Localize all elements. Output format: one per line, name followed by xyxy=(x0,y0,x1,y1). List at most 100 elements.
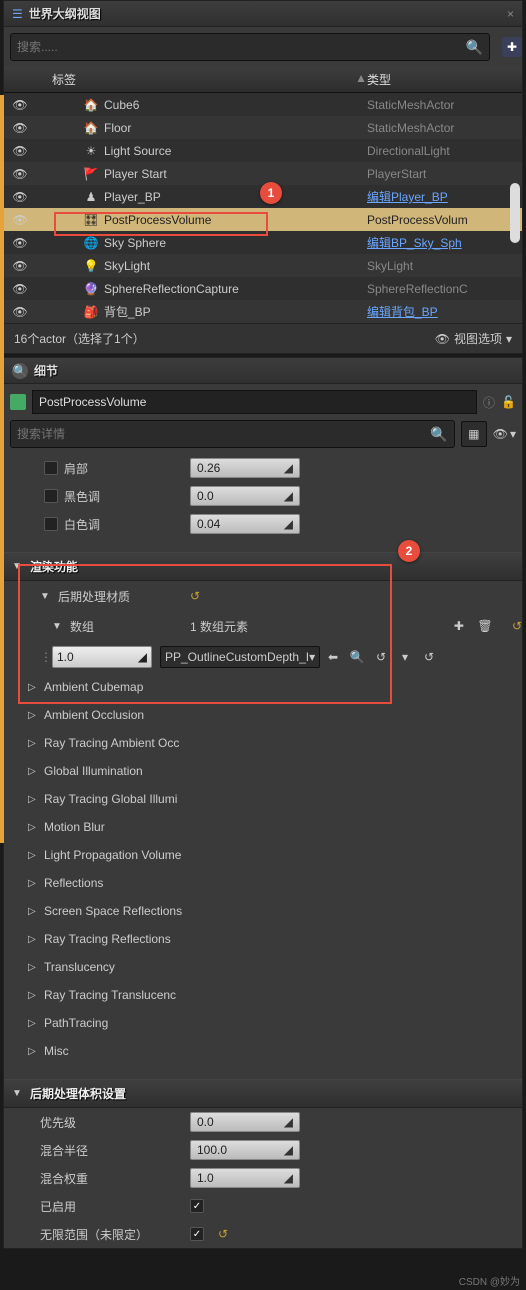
expand-icon[interactable] xyxy=(28,794,40,805)
black-input[interactable]: 0.0◢ xyxy=(190,486,300,506)
outliner-row[interactable]: 👁 ☀ Light Source DirectionalLight xyxy=(4,139,522,162)
expand-icon[interactable] xyxy=(28,738,40,749)
enabled-checkbox[interactable] xyxy=(190,1199,204,1213)
priority-input[interactable]: 0.0◢ xyxy=(190,1112,300,1132)
outliner-row[interactable]: 👁 🌐 Sky Sphere 编辑BP_Sky_Sph xyxy=(4,231,522,254)
visibility-dropdown[interactable]: 👁 ▾ xyxy=(493,427,516,441)
search-icon[interactable]: 🔍 xyxy=(466,39,483,56)
actor-type-icon: 💡 xyxy=(82,257,100,275)
expand-icon[interactable] xyxy=(28,766,40,777)
visibility-eye-icon[interactable]: 👁 xyxy=(8,144,32,158)
reset-icon[interactable]: ↺ xyxy=(372,650,390,664)
outliner-row[interactable]: 👁 🎒 背包_BP 编辑背包_BP xyxy=(4,300,522,323)
expand-icon[interactable] xyxy=(12,1088,24,1099)
visibility-eye-icon[interactable]: 👁 xyxy=(8,305,32,319)
visibility-eye-icon[interactable]: 👁 xyxy=(8,190,32,204)
chevron-down-icon[interactable]: ▾ xyxy=(396,650,414,664)
category-row[interactable]: Ambient Occlusion xyxy=(4,701,522,729)
expand-icon[interactable] xyxy=(28,990,40,1001)
category-row[interactable]: Misc xyxy=(4,1037,522,1065)
visibility-eye-icon[interactable]: 👁 xyxy=(8,167,32,181)
category-row[interactable]: Reflections xyxy=(4,869,522,897)
expand-icon[interactable] xyxy=(28,1018,40,1029)
checkbox[interactable] xyxy=(44,517,58,531)
add-actor-button[interactable]: ✚ xyxy=(502,37,522,57)
outliner-row[interactable]: 👁 🏠 Cube6 StaticMeshActor xyxy=(4,93,522,116)
category-row[interactable]: Ambient Cubemap xyxy=(4,673,522,701)
category-row[interactable]: Global Illumination xyxy=(4,757,522,785)
rendering-section[interactable]: 渲染功能 xyxy=(4,552,522,581)
category-label: Ray Tracing Global Illumi xyxy=(44,792,177,806)
visibility-eye-icon[interactable]: 👁 xyxy=(8,282,32,296)
white-input[interactable]: 0.04◢ xyxy=(190,514,300,534)
help-icon[interactable]: ⓘ xyxy=(483,394,495,411)
reset-icon[interactable]: ↺ xyxy=(218,1227,228,1241)
details-search[interactable]: 🔍 xyxy=(10,420,455,448)
use-selected-icon[interactable]: ⬅ xyxy=(324,650,342,664)
details-search-input[interactable] xyxy=(17,423,430,445)
actor-type[interactable]: 编辑BP_Sky_Sph xyxy=(367,234,522,251)
visibility-eye-icon[interactable]: 👁 xyxy=(8,98,32,112)
drag-handle-icon[interactable]: ⋮⋮ xyxy=(4,650,52,664)
chevron-down-icon[interactable]: ▾ xyxy=(506,332,512,346)
expand-icon[interactable] xyxy=(28,682,40,693)
actor-name-input[interactable] xyxy=(32,390,477,414)
search-icon[interactable]: 🔍 xyxy=(430,426,447,443)
category-row[interactable]: Translucency xyxy=(4,953,522,981)
add-element-icon[interactable]: ✚ xyxy=(450,619,468,633)
visibility-eye-icon[interactable]: 👁 xyxy=(8,259,32,273)
search-input[interactable] xyxy=(17,36,466,58)
property-matrix-button[interactable]: ▦ xyxy=(461,421,487,447)
shoulder-input[interactable]: 0.26◢ xyxy=(190,458,300,478)
category-row[interactable]: Ray Tracing Reflections xyxy=(4,925,522,953)
blend-radius-input[interactable]: 100.0◢ xyxy=(190,1140,300,1160)
reset-icon[interactable]: ↺ xyxy=(420,650,438,664)
close-icon[interactable]: × xyxy=(507,7,514,21)
category-row[interactable]: PathTracing xyxy=(4,1009,522,1037)
expand-icon[interactable] xyxy=(28,822,40,833)
visibility-eye-icon[interactable]: 👁 xyxy=(8,213,32,227)
view-options[interactable]: 视图选项 xyxy=(454,330,502,347)
expand-icon[interactable] xyxy=(28,934,40,945)
expand-icon[interactable] xyxy=(28,850,40,861)
category-row[interactable]: Ray Tracing Global Illumi xyxy=(4,785,522,813)
category-row[interactable]: Ray Tracing Ambient Occ xyxy=(4,729,522,757)
expand-icon[interactable] xyxy=(28,906,40,917)
weight-input[interactable]: 1.0◢ xyxy=(52,646,152,668)
delete-element-icon[interactable]: 🗑 xyxy=(476,619,494,633)
expand-icon[interactable] xyxy=(52,621,64,632)
volume-settings-section[interactable]: 后期处理体积设置 xyxy=(4,1079,522,1108)
outliner-row[interactable]: 👁 🎛 PostProcessVolume PostProcessVolum xyxy=(4,208,522,231)
checkbox[interactable] xyxy=(44,489,58,503)
actor-type[interactable]: 编辑Player_BP xyxy=(367,188,522,205)
outliner-row[interactable]: 👁 🏠 Floor StaticMeshActor xyxy=(4,116,522,139)
expand-icon[interactable] xyxy=(28,962,40,973)
expand-icon[interactable] xyxy=(12,561,24,572)
unbound-checkbox[interactable] xyxy=(190,1227,204,1241)
outliner-row[interactable]: 👁 🚩 Player Start PlayerStart xyxy=(4,162,522,185)
category-row[interactable]: Light Propagation Volume xyxy=(4,841,522,869)
asset-dropdown[interactable]: PP_OutlineCustomDepth_I ▾ xyxy=(160,646,320,668)
blend-weight-input[interactable]: 1.0◢ xyxy=(190,1168,300,1188)
checkbox[interactable] xyxy=(44,461,58,475)
category-row[interactable]: Motion Blur xyxy=(4,813,522,841)
category-row[interactable]: Ray Tracing Translucenc xyxy=(4,981,522,1009)
reset-icon[interactable]: ↺ xyxy=(190,589,200,603)
outliner-row[interactable]: 👁 🔮 SphereReflectionCapture SphereReflec… xyxy=(4,277,522,300)
lock-icon[interactable]: 🔓 xyxy=(501,395,516,409)
expand-icon[interactable] xyxy=(40,591,52,602)
col-type[interactable]: 类型 xyxy=(367,71,522,88)
category-row[interactable]: Screen Space Reflections xyxy=(4,897,522,925)
outliner-search[interactable]: 🔍 xyxy=(10,33,490,61)
visibility-eye-icon[interactable]: 👁 xyxy=(8,121,32,135)
outliner-row[interactable]: 👁 💡 SkyLight SkyLight xyxy=(4,254,522,277)
browse-icon[interactable]: 🔍 xyxy=(348,650,366,664)
expand-icon[interactable] xyxy=(28,710,40,721)
actor-type[interactable]: 编辑背包_BP xyxy=(367,303,522,320)
expand-icon[interactable] xyxy=(28,878,40,889)
col-label[interactable]: 标签 xyxy=(44,71,355,88)
reset-icon[interactable]: ↺ xyxy=(512,619,522,633)
scrollbar[interactable] xyxy=(510,183,520,243)
visibility-eye-icon[interactable]: 👁 xyxy=(8,236,32,250)
expand-icon[interactable] xyxy=(28,1046,40,1057)
